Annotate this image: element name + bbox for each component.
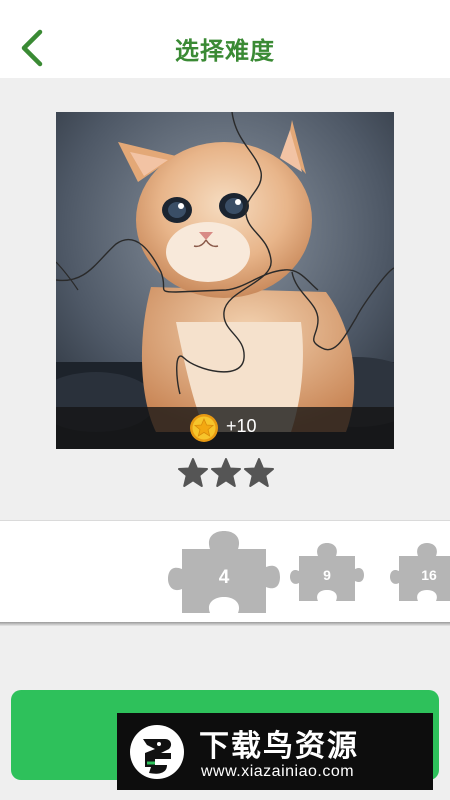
difficulty-label: 16: [421, 567, 437, 583]
reward-amount: +10: [226, 416, 257, 436]
difficulty-label: 9: [323, 567, 331, 583]
page-title: 选择难度: [175, 37, 275, 65]
top-bar: 选择难度: [0, 0, 450, 78]
star-rating: [178, 458, 274, 490]
difficulty-selector: 4 9 16: [0, 520, 450, 623]
reward-bar: +10: [56, 407, 394, 449]
puzzle-preview-image: +10: [56, 112, 394, 449]
watermark-title: 下载鸟资源: [199, 729, 359, 764]
watermark-url: www.xiazainiao.com: [201, 763, 355, 780]
star-icon: [178, 458, 208, 487]
difficulty-option-9[interactable]: 9: [290, 543, 364, 607]
star-icon: [211, 458, 241, 487]
gold-coin-star-icon: [190, 414, 218, 442]
watermark-overlay: 下载鸟资源 www.xiazainiao.com: [117, 713, 433, 790]
difficulty-option-16[interactable]: 16: [390, 543, 450, 607]
divider: [0, 622, 450, 626]
difficulty-option-4[interactable]: 4: [168, 529, 280, 621]
bird-logo-icon: [130, 725, 184, 779]
kitten-photo: [56, 112, 394, 449]
difficulty-label: 4: [218, 567, 230, 588]
star-icon: [244, 458, 274, 487]
